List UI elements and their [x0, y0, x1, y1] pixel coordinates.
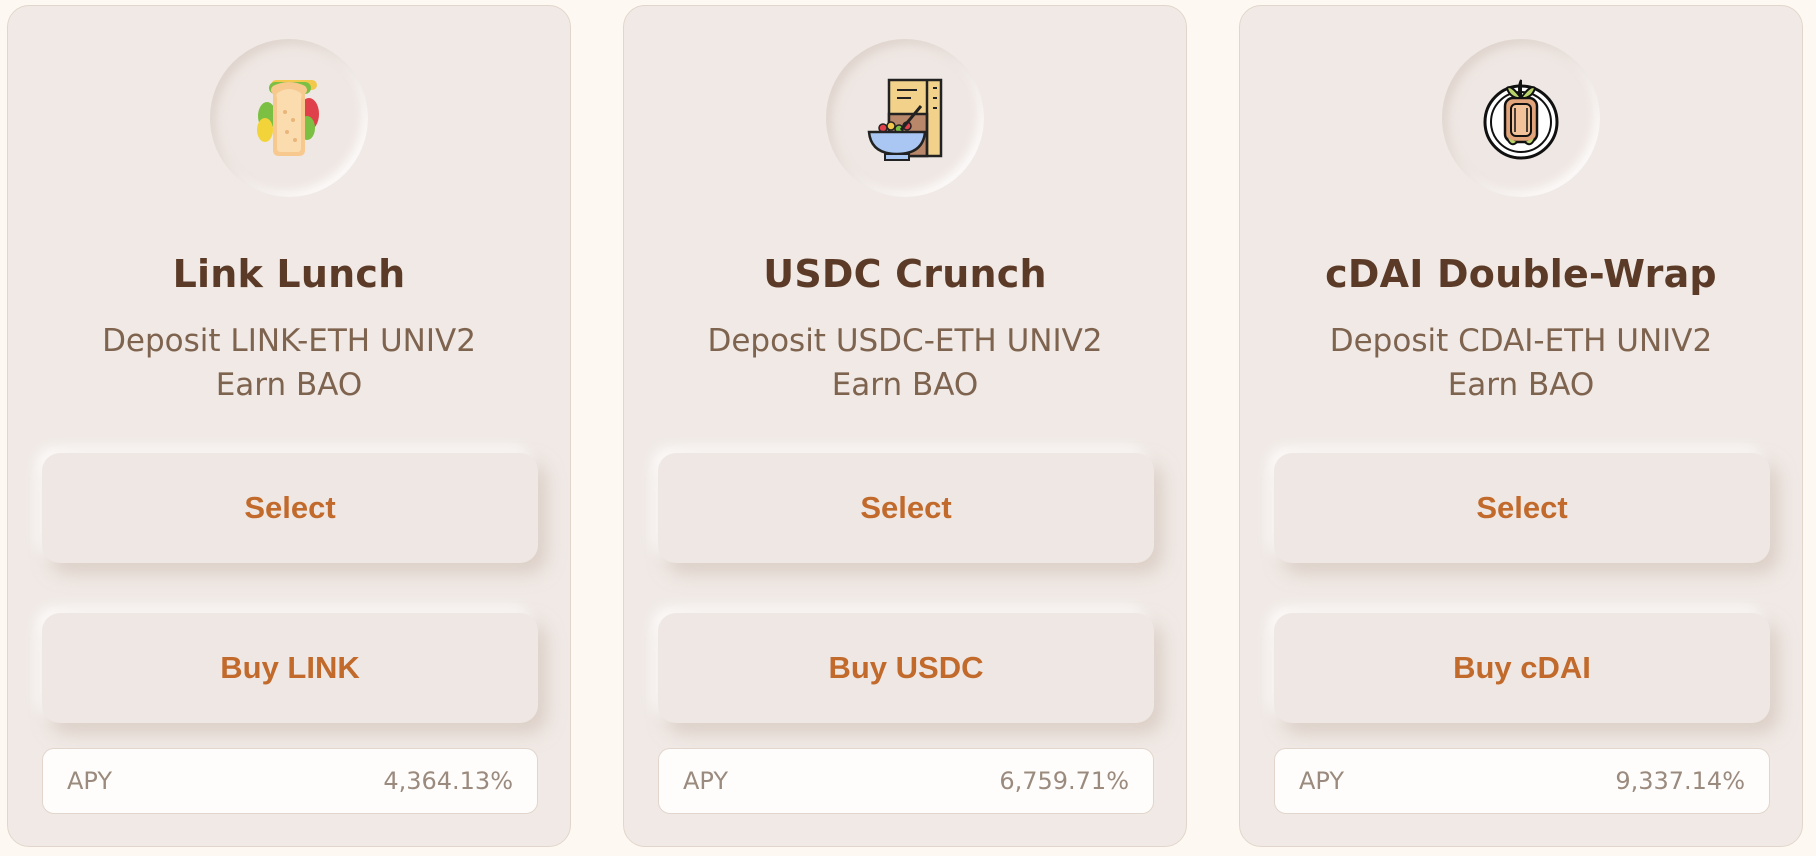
apy-label: APY: [683, 767, 729, 795]
burrito-plate-icon: [1442, 39, 1600, 197]
farm-card-cdai-double-wrap: cDAI Double-Wrap Deposit CDAI-ETH UNIV2 …: [1239, 5, 1803, 847]
apy-value: 9,337.14%: [1615, 767, 1745, 795]
deposit-text: Deposit CDAI-ETH UNIV2: [1329, 323, 1713, 359]
farm-card-link-lunch: Link Lunch Deposit LINK-ETH UNIV2 Earn B…: [7, 5, 571, 847]
farm-cards-page: Link Lunch Deposit LINK-ETH UNIV2 Earn B…: [0, 0, 1816, 856]
earn-text: Earn BAO: [1447, 367, 1595, 403]
buy-token-button[interactable]: Buy LINK: [42, 613, 538, 723]
earn-text: Earn BAO: [215, 367, 363, 403]
card-title: cDAI Double-Wrap: [1325, 252, 1717, 296]
card-title: USDC Crunch: [763, 252, 1047, 296]
buy-token-button[interactable]: Buy cDAI: [1274, 613, 1770, 723]
card-description: Deposit USDC-ETH UNIV2 Earn BAO: [624, 319, 1186, 407]
apy-value: 4,364.13%: [383, 767, 513, 795]
apy-value: 6,759.71%: [999, 767, 1129, 795]
select-button[interactable]: Select: [1274, 453, 1770, 563]
apy-label: APY: [67, 767, 113, 795]
apy-row: APY 9,337.14%: [1274, 748, 1770, 814]
earn-text: Earn BAO: [831, 367, 979, 403]
cereal-bowl-icon-graphic: [867, 78, 943, 161]
apy-row: APY 6,759.71%: [658, 748, 1154, 814]
card-description: Deposit LINK-ETH UNIV2 Earn BAO: [8, 319, 570, 407]
deposit-text: Deposit USDC-ETH UNIV2: [707, 323, 1103, 359]
apy-label: APY: [1299, 767, 1345, 795]
card-title: Link Lunch: [172, 252, 406, 296]
cereal-bowl-icon: [826, 39, 984, 197]
farm-card-usdc-crunch: USDC Crunch Deposit USDC-ETH UNIV2 Earn …: [623, 5, 1187, 847]
deposit-text: Deposit LINK-ETH UNIV2: [102, 323, 476, 359]
select-button[interactable]: Select: [658, 453, 1154, 563]
sandwich-icon: [210, 39, 368, 197]
sandwich-icon-graphic: [257, 80, 319, 156]
buy-token-button[interactable]: Buy USDC: [658, 613, 1154, 723]
burrito-plate-icon-graphic: [1483, 79, 1559, 160]
select-button[interactable]: Select: [42, 453, 538, 563]
apy-row: APY 4,364.13%: [42, 748, 538, 814]
card-description: Deposit CDAI-ETH UNIV2 Earn BAO: [1240, 319, 1802, 407]
